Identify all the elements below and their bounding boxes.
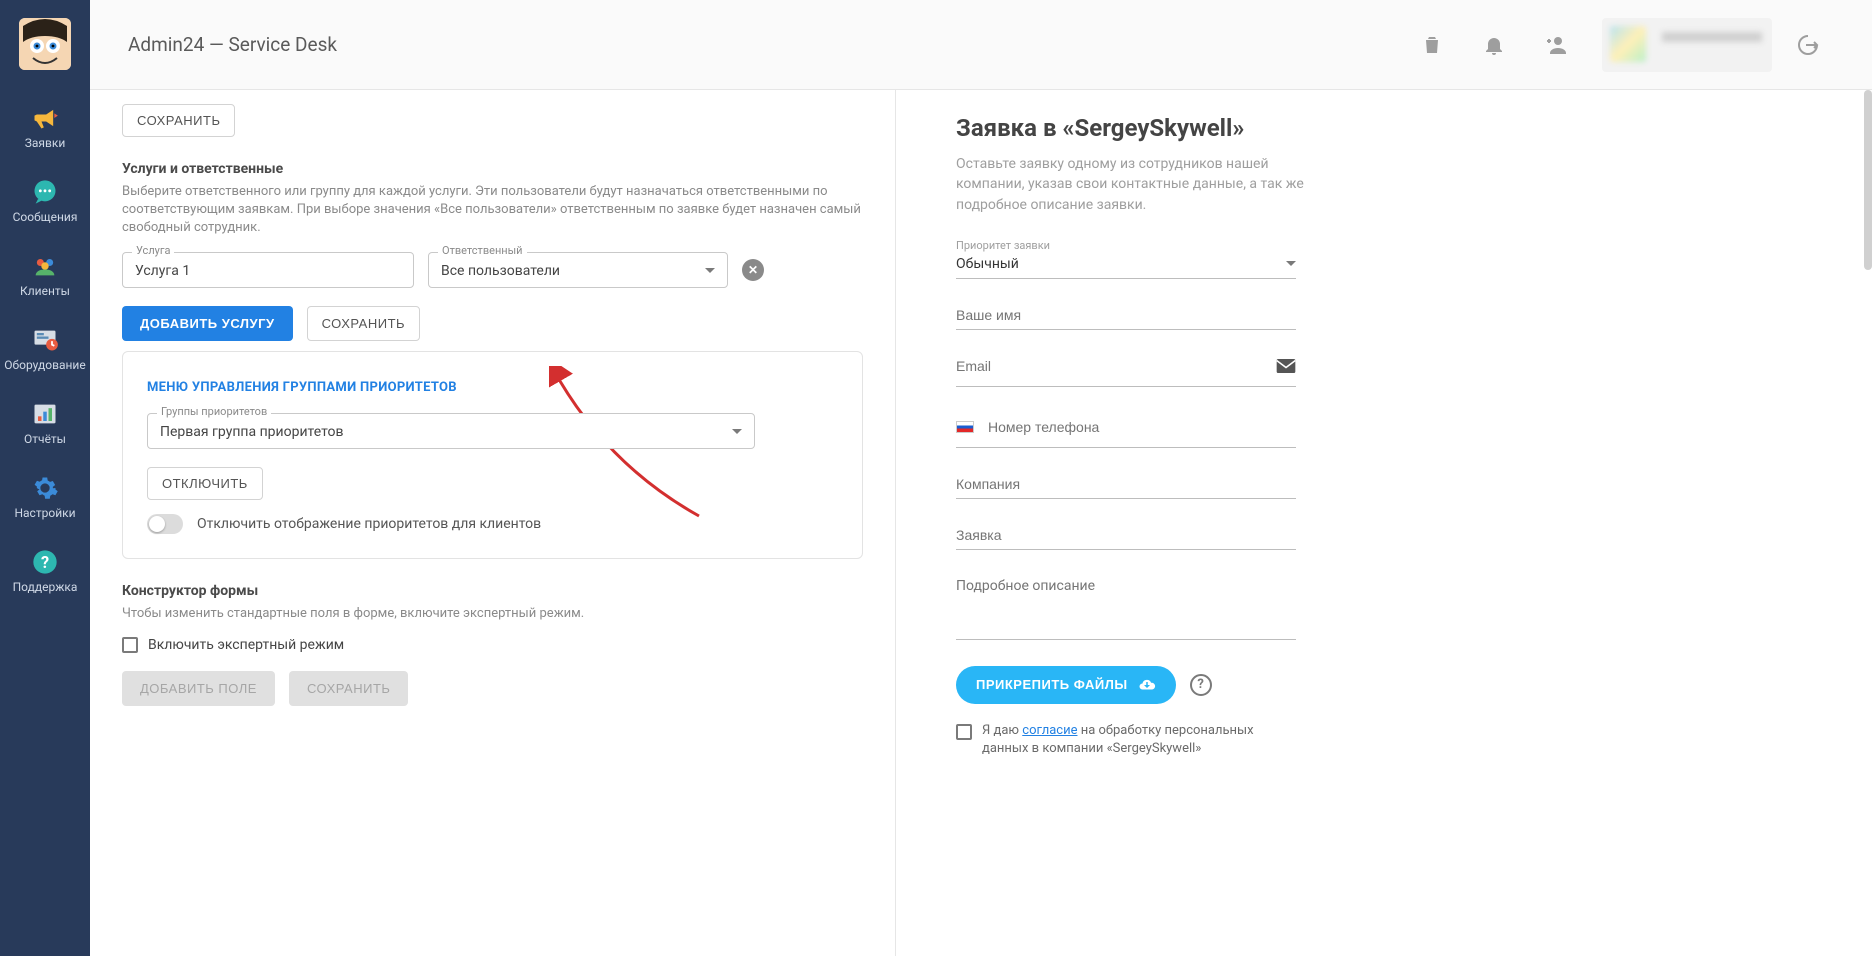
- attach-help-button[interactable]: ?: [1190, 674, 1212, 696]
- service-label: Услуга: [132, 244, 174, 257]
- expert-mode-label: Включить экспертный режим: [148, 637, 344, 653]
- sidebar-item-support[interactable]: ? Поддержка: [0, 534, 90, 608]
- sidebar-item-settings[interactable]: Настройки: [0, 460, 90, 534]
- priority-label: Приоритет заявки: [956, 239, 1812, 252]
- priority-menu-link[interactable]: МЕНЮ УПРАВЛЕНИЯ ГРУППАМИ ПРИОРИТЕТОВ: [147, 380, 457, 395]
- email-input[interactable]: [956, 352, 1256, 380]
- sidebar-item-clients[interactable]: Клиенты: [0, 238, 90, 312]
- disable-button[interactable]: ОТКЛЮЧИТЬ: [147, 467, 263, 500]
- save-button-3: СОХРАНИТЬ: [289, 671, 408, 706]
- service-input[interactable]: Услуга 1: [122, 252, 414, 288]
- details-textarea[interactable]: [956, 572, 1296, 640]
- consent-checkbox[interactable]: [956, 724, 972, 740]
- scrollbar-thumb[interactable]: [1864, 90, 1872, 270]
- priority-group-label: Группы приоритетов: [157, 405, 271, 418]
- form-preview: Заявка в «SergeySkywell» Оставьте заявку…: [896, 90, 1872, 956]
- gear-icon: [31, 474, 59, 502]
- user-chip[interactable]: [1602, 18, 1772, 72]
- add-user-button[interactable]: [1530, 19, 1582, 71]
- svg-text:?: ?: [41, 553, 49, 572]
- company-input[interactable]: [956, 470, 1296, 499]
- chat-icon: [31, 178, 59, 206]
- priority-select[interactable]: Обычный: [956, 254, 1296, 279]
- sidebar-item-equipment[interactable]: Оборудование: [0, 312, 90, 386]
- megaphone-icon: [31, 104, 59, 132]
- phone-input-group: [956, 409, 1296, 448]
- notifications-button[interactable]: [1468, 19, 1520, 71]
- responsible-label: Ответственный: [438, 244, 527, 257]
- chevron-down-icon: [1286, 261, 1296, 266]
- annotation-arrow: [549, 366, 729, 536]
- sidebar-item-messages[interactable]: Сообщения: [0, 164, 90, 238]
- builder-title: Конструктор формы: [122, 583, 863, 599]
- responsible-select[interactable]: Все пользователи: [428, 252, 728, 288]
- services-title: Услуги и ответственные: [122, 161, 863, 177]
- hide-priorities-toggle[interactable]: [147, 514, 183, 534]
- consent-row: Я даю согласие на обработку персональных…: [956, 722, 1296, 758]
- save-button-2[interactable]: СОХРАНИТЬ: [307, 306, 420, 341]
- trash-button[interactable]: [1406, 19, 1458, 71]
- request-input[interactable]: [956, 521, 1296, 550]
- add-field-button: ДОБАВИТЬ ПОЛЕ: [122, 671, 275, 706]
- consent-link[interactable]: согласие: [1022, 723, 1077, 738]
- sidebar-item-tickets[interactable]: Заявки: [0, 90, 90, 164]
- toggle-label: Отключить отображение приоритетов для кл…: [197, 516, 541, 532]
- remove-service-button[interactable]: ✕: [742, 259, 764, 281]
- chevron-down-icon: [732, 429, 742, 434]
- add-service-button[interactable]: ДОБАВИТЬ УСЛУГУ: [122, 306, 293, 341]
- priority-card: МЕНЮ УПРАВЛЕНИЯ ГРУППАМИ ПРИОРИТЕТОВ Гру…: [122, 351, 863, 559]
- attach-files-button[interactable]: ПРИКРЕПИТЬ ФАЙЛЫ: [956, 666, 1176, 704]
- cloud-upload-icon: [1138, 676, 1156, 694]
- expert-mode-checkbox[interactable]: [122, 637, 138, 653]
- name-input[interactable]: [956, 301, 1296, 330]
- logout-button[interactable]: [1782, 19, 1834, 71]
- phone-input[interactable]: [988, 413, 1296, 441]
- flag-icon[interactable]: [956, 421, 974, 433]
- topbar: Admin24 — Service Desk: [90, 0, 1872, 90]
- priority-group-select[interactable]: Первая группа приоритетов: [147, 413, 755, 449]
- help-icon: ?: [31, 548, 59, 576]
- equipment-icon: [31, 326, 59, 354]
- envelope-icon: [1276, 359, 1296, 373]
- sidebar-item-reports[interactable]: Отчёты: [0, 386, 90, 460]
- settings-pane: СОХРАНИТЬ Услуги и ответственные Выберит…: [90, 90, 896, 956]
- save-button-top[interactable]: СОХРАНИТЬ: [122, 104, 235, 137]
- services-desc: Выберите ответственного или группу для к…: [122, 183, 863, 238]
- app-title: Admin24 — Service Desk: [128, 33, 337, 56]
- reports-icon: [31, 400, 59, 428]
- sidebar: Заявки Сообщения Клиенты Оборудование От…: [0, 0, 90, 956]
- chevron-down-icon: [705, 268, 715, 273]
- form-subtitle: Оставьте заявку одному из сотрудников на…: [956, 154, 1336, 215]
- form-title: Заявка в «SergeySkywell»: [956, 114, 1812, 142]
- logo-avatar: [19, 18, 71, 70]
- people-icon: [31, 252, 59, 280]
- builder-desc: Чтобы изменить стандартные поля в форме,…: [122, 605, 863, 623]
